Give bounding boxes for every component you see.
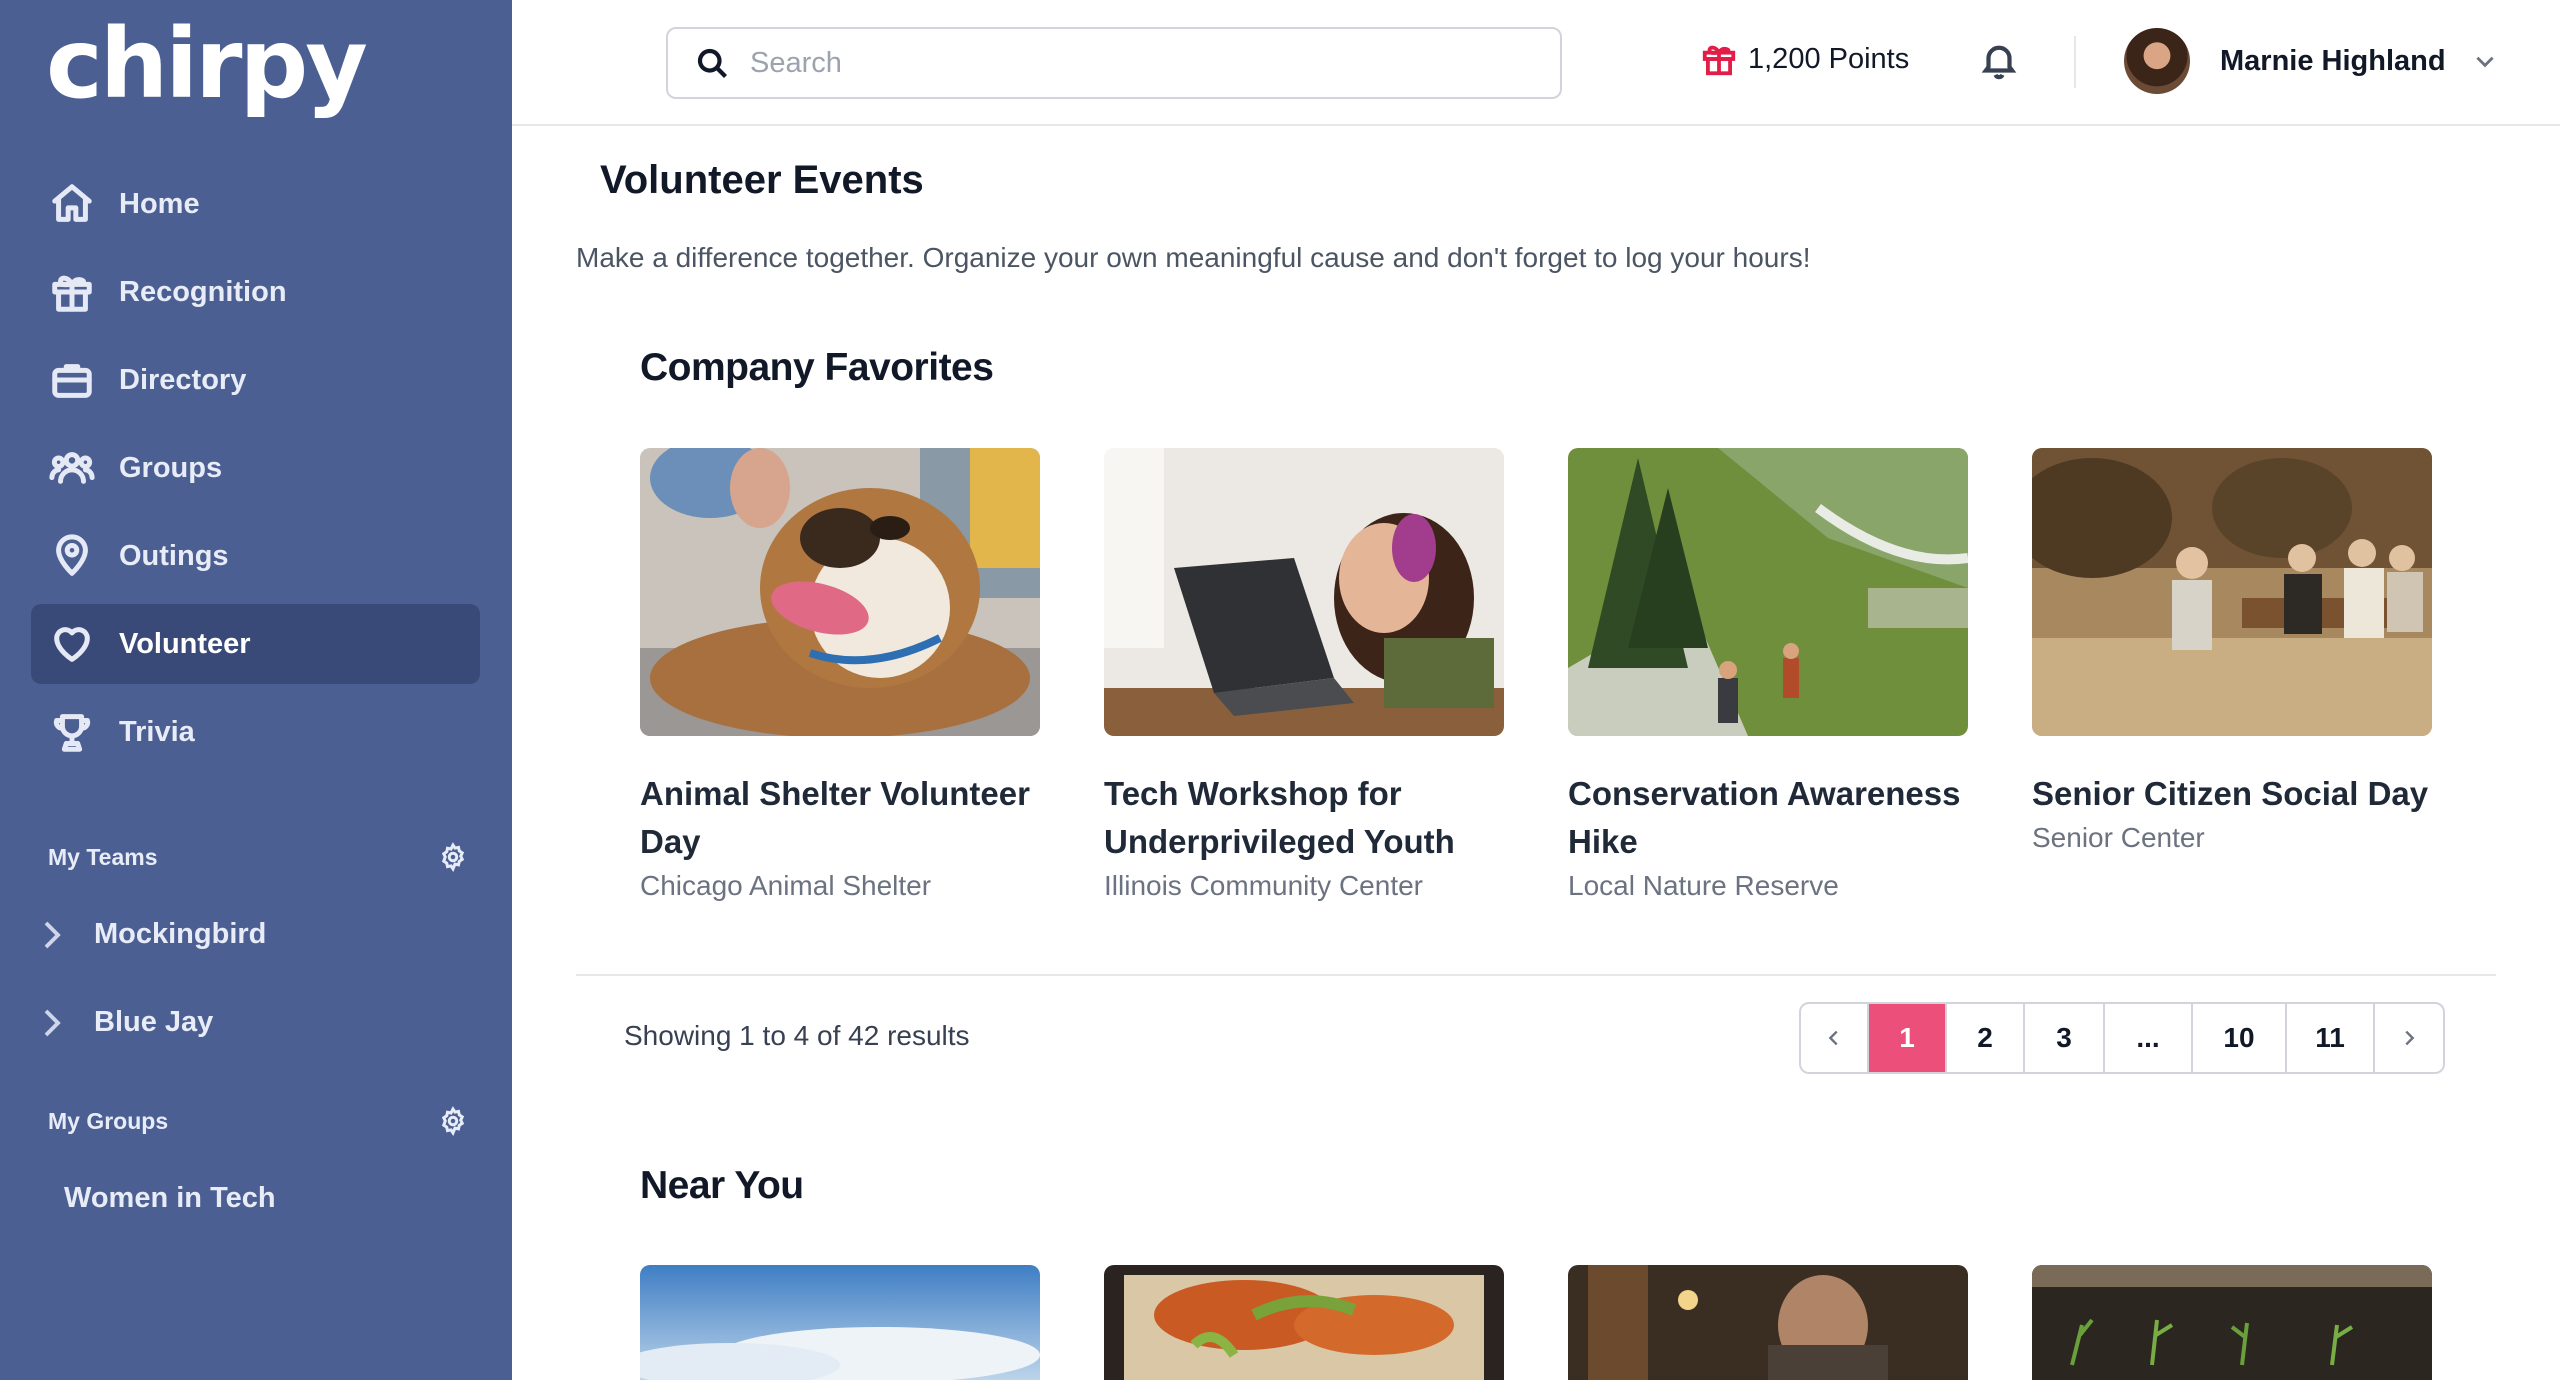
event-card[interactable]: [1104, 1265, 1504, 1380]
pagination-page[interactable]: 2: [1947, 1004, 2025, 1072]
event-title: Conservation Awareness Hike: [1568, 775, 1961, 860]
event-location: Senior Center: [2032, 822, 2205, 853]
heart-icon: [54, 627, 90, 662]
main-nav: Home Recognition Directory Groups Outing…: [31, 164, 480, 780]
event-image: [1104, 448, 1504, 736]
chevron-right-icon: [44, 921, 61, 948]
nav-label: Home: [119, 187, 200, 220]
my-groups-title: My Groups: [48, 1107, 169, 1134]
gift-icon: [1702, 45, 1736, 76]
event-image: [2032, 1265, 2432, 1380]
team-label: Blue Jay: [94, 1006, 214, 1038]
pagination-page[interactable]: 3: [2025, 1004, 2105, 1072]
event-image: [1568, 448, 1968, 736]
nav-label: Groups: [119, 451, 223, 484]
search-icon: [697, 48, 727, 78]
points-badge[interactable]: 1,200 Points: [1700, 40, 1909, 78]
event-location: Chicago Animal Shelter: [640, 870, 932, 901]
event-image: [2032, 448, 2432, 736]
search-box[interactable]: [666, 27, 1562, 99]
near-you-title: Near You: [640, 1164, 804, 1207]
avatar: [2124, 28, 2190, 94]
nav-item-outings[interactable]: Outings: [31, 516, 480, 596]
my-teams-header: My Teams: [48, 842, 468, 872]
nav-label: Directory: [119, 363, 247, 396]
pagination-page[interactable]: 1: [1869, 1004, 1947, 1072]
event-location: Local Nature Reserve: [1568, 870, 1839, 901]
event-title: Senior Citizen Social Day: [2032, 775, 2429, 812]
gift-icon: [52, 275, 92, 312]
nav-label: Outings: [119, 539, 229, 572]
users-icon: [49, 452, 95, 484]
top-header: 1,200 Points Marnie Highland: [512, 0, 2560, 126]
user-name: Marnie Highland: [2220, 44, 2446, 77]
event-title: Animal Shelter Volunteer Day: [640, 775, 1030, 860]
event-image: [1104, 1265, 1504, 1380]
nav-item-volunteer[interactable]: Volunteer: [31, 604, 480, 684]
nav-item-trivia[interactable]: Trivia: [31, 692, 480, 772]
event-card[interactable]: [640, 1265, 1040, 1380]
chevron-left-icon: [1828, 1030, 1838, 1046]
points-label: 1,200 Points: [1748, 42, 1910, 75]
event-card[interactable]: Tech Workshop for Underprivileged Youth …: [1104, 448, 1504, 902]
event-card[interactable]: [2032, 1265, 2432, 1380]
section-divider: [576, 974, 2496, 976]
header-divider: [2074, 36, 2076, 88]
nav-item-home[interactable]: Home: [31, 164, 480, 244]
event-title: Tech Workshop for Underprivileged Youth: [1104, 775, 1455, 860]
chevron-right-icon: [44, 1009, 61, 1036]
map-pin-icon: [56, 534, 88, 576]
gear-icon[interactable]: [438, 842, 468, 872]
search-input[interactable]: [750, 46, 1530, 80]
nav-label: Volunteer: [119, 627, 251, 660]
event-card[interactable]: [1568, 1265, 1968, 1380]
page-title: Volunteer Events: [600, 158, 924, 202]
pagination-ellipsis: ...: [2105, 1004, 2193, 1072]
my-groups-header: My Groups: [48, 1106, 468, 1136]
event-image: [1568, 1265, 1968, 1380]
my-teams-title: My Teams: [48, 843, 158, 870]
nav-item-groups[interactable]: Groups: [31, 428, 480, 508]
group-item-women-in-tech[interactable]: Women in Tech: [64, 1182, 276, 1215]
user-menu[interactable]: Marnie Highland: [2124, 28, 2498, 94]
team-item-mockingbird[interactable]: Mockingbird: [40, 918, 266, 951]
bell-icon: [1981, 45, 2017, 80]
pagination-page[interactable]: 11: [2287, 1004, 2375, 1072]
nav-item-directory[interactable]: Directory: [31, 340, 480, 420]
nav-item-recognition[interactable]: Recognition: [31, 252, 480, 332]
team-item-blue-jay[interactable]: Blue Jay: [40, 1006, 213, 1039]
company-favorites-title: Company Favorites: [640, 346, 994, 389]
logo[interactable]: chirpy: [46, 8, 368, 120]
trophy-icon: [53, 714, 91, 752]
pagination: 1 2 3 ... 10 11: [1799, 1002, 2445, 1074]
nav-label: Trivia: [119, 715, 195, 748]
event-image: [640, 448, 1040, 736]
gear-icon[interactable]: [438, 1106, 468, 1136]
team-label: Mockingbird: [94, 918, 267, 950]
sidebar: chirpy Home Recognition Directory Groups…: [0, 0, 512, 1380]
pagination-prev[interactable]: [1801, 1004, 1869, 1072]
logo-text: chirpy: [46, 8, 368, 120]
home-icon: [52, 184, 92, 222]
pagination-next[interactable]: [2375, 1004, 2443, 1072]
event-image: [640, 1265, 1040, 1380]
event-card[interactable]: Conservation Awareness Hike Local Nature…: [1568, 448, 1968, 902]
briefcase-icon: [52, 364, 92, 398]
nav-label: Recognition: [119, 275, 287, 308]
pagination-page[interactable]: 10: [2193, 1004, 2287, 1072]
main-content: Volunteer Events Make a difference toget…: [512, 128, 2560, 1380]
event-card[interactable]: Senior Citizen Social Day Senior Center: [2032, 448, 2432, 854]
notifications-button[interactable]: [1978, 38, 2020, 87]
event-card[interactable]: Animal Shelter Volunteer Day Chicago Ani…: [640, 448, 1040, 902]
chevron-down-icon: [2475, 56, 2494, 68]
event-location: Illinois Community Center: [1104, 870, 1423, 901]
results-summary: Showing 1 to 4 of 42 results: [624, 1020, 970, 1051]
chevron-right-icon: [2405, 1030, 2415, 1046]
page-description: Make a difference together. Organize you…: [576, 242, 1811, 273]
